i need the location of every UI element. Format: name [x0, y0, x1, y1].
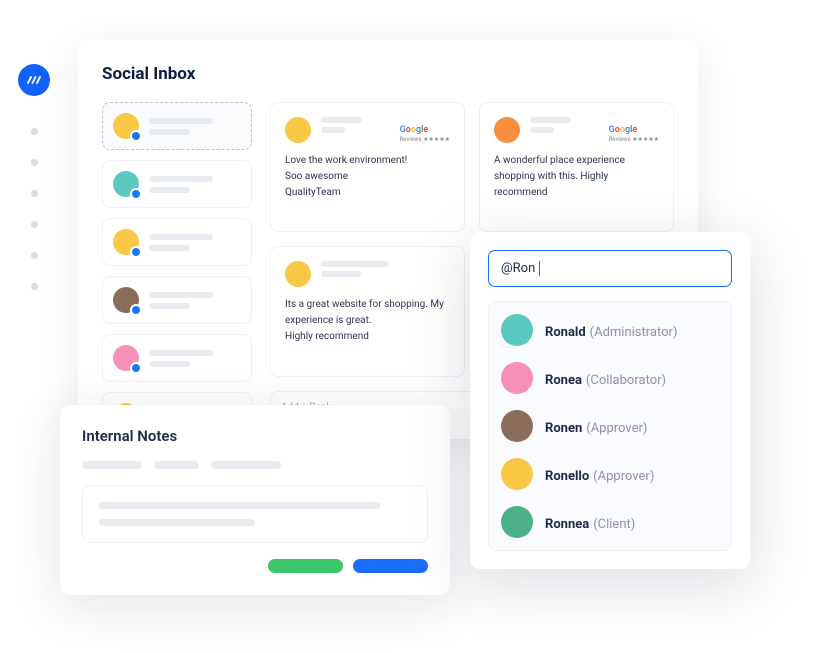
- avatar: [494, 117, 520, 143]
- avatar: [113, 171, 139, 197]
- internal-notes-panel: Internal Notes: [60, 405, 450, 595]
- mention-item[interactable]: Ronen (Approver): [501, 410, 719, 442]
- inbox-list-item[interactable]: [102, 276, 252, 324]
- mention-suggestions: Ronald (Administrator) Ronea (Collaborat…: [488, 301, 732, 551]
- side-nav: [18, 64, 50, 290]
- avatar: [501, 314, 533, 346]
- mention-role: (Collaborator): [586, 373, 666, 388]
- review-card[interactable]: GoogleReviews ★★★★★ Love the work enviro…: [270, 102, 465, 232]
- review-text: A wonderful place experience shopping wi…: [494, 153, 659, 201]
- mention-name: Ronen: [545, 421, 582, 436]
- avatar: [501, 362, 533, 394]
- mention-query: @Ron: [501, 261, 535, 276]
- mention-input[interactable]: @Ron: [488, 250, 732, 287]
- review-text: Its a great website for shopping. My exp…: [285, 297, 450, 345]
- google-logo-icon: GoogleReviews ★★★★★: [400, 117, 450, 143]
- mention-name: Ronea: [545, 373, 582, 388]
- nav-item[interactable]: [31, 221, 38, 228]
- source-badge-icon: [130, 246, 142, 258]
- source-badge-icon: [130, 304, 142, 316]
- mention-role: (Administrator): [590, 325, 678, 340]
- mention-role: (Approver): [593, 469, 654, 484]
- avatar: [113, 113, 139, 139]
- inbox-list: [102, 102, 252, 440]
- review-text: Love the work environment! Soo awesome Q…: [285, 153, 450, 201]
- nav-item[interactable]: [31, 190, 38, 197]
- avatar: [113, 345, 139, 371]
- mention-item[interactable]: Ronnea (Client): [501, 506, 719, 538]
- notes-tab[interactable]: [82, 461, 142, 469]
- notes-tab[interactable]: [211, 461, 281, 469]
- avatar: [501, 506, 533, 538]
- mention-role: (Client): [593, 517, 635, 532]
- source-badge-icon: [130, 188, 142, 200]
- notes-tabs: [82, 461, 428, 469]
- nav-item[interactable]: [31, 128, 38, 135]
- google-logo-icon: GoogleReviews ★★★★★: [609, 117, 659, 143]
- avatar: [285, 261, 311, 287]
- page-title: Social Inbox: [102, 64, 674, 84]
- avatar: [285, 117, 311, 143]
- mention-item[interactable]: Ronello (Approver): [501, 458, 719, 490]
- mention-item[interactable]: Ronea (Collaborator): [501, 362, 719, 394]
- inbox-list-item[interactable]: [102, 334, 252, 382]
- app-logo-icon[interactable]: [18, 64, 50, 96]
- mention-name: Ronnea: [545, 517, 589, 532]
- nav-item[interactable]: [31, 159, 38, 166]
- source-badge-icon: [130, 130, 142, 142]
- notes-title: Internal Notes: [82, 427, 428, 445]
- mention-name: Ronello: [545, 469, 589, 484]
- mention-item[interactable]: Ronald (Administrator): [501, 314, 719, 346]
- avatar: [113, 229, 139, 255]
- mention-role: (Approver): [586, 421, 647, 436]
- notes-tab[interactable]: [154, 461, 199, 469]
- submit-button[interactable]: [353, 559, 428, 573]
- inbox-list-item[interactable]: [102, 160, 252, 208]
- mention-panel: @Ron Ronald (Administrator) Ronea (Colla…: [470, 232, 750, 569]
- avatar: [501, 410, 533, 442]
- nav-item[interactable]: [31, 283, 38, 290]
- mention-name: Ronald: [545, 325, 586, 340]
- approve-button[interactable]: [268, 559, 343, 573]
- avatar: [113, 287, 139, 313]
- review-card[interactable]: GoogleReviews ★★★★★ A wonderful place ex…: [479, 102, 674, 232]
- nav-item[interactable]: [31, 252, 38, 259]
- review-card[interactable]: G Its a great website for shopping. My e…: [270, 246, 465, 376]
- notes-body[interactable]: [82, 485, 428, 543]
- source-badge-icon: [130, 362, 142, 374]
- inbox-list-item[interactable]: [102, 102, 252, 150]
- inbox-list-item[interactable]: [102, 218, 252, 266]
- avatar: [501, 458, 533, 490]
